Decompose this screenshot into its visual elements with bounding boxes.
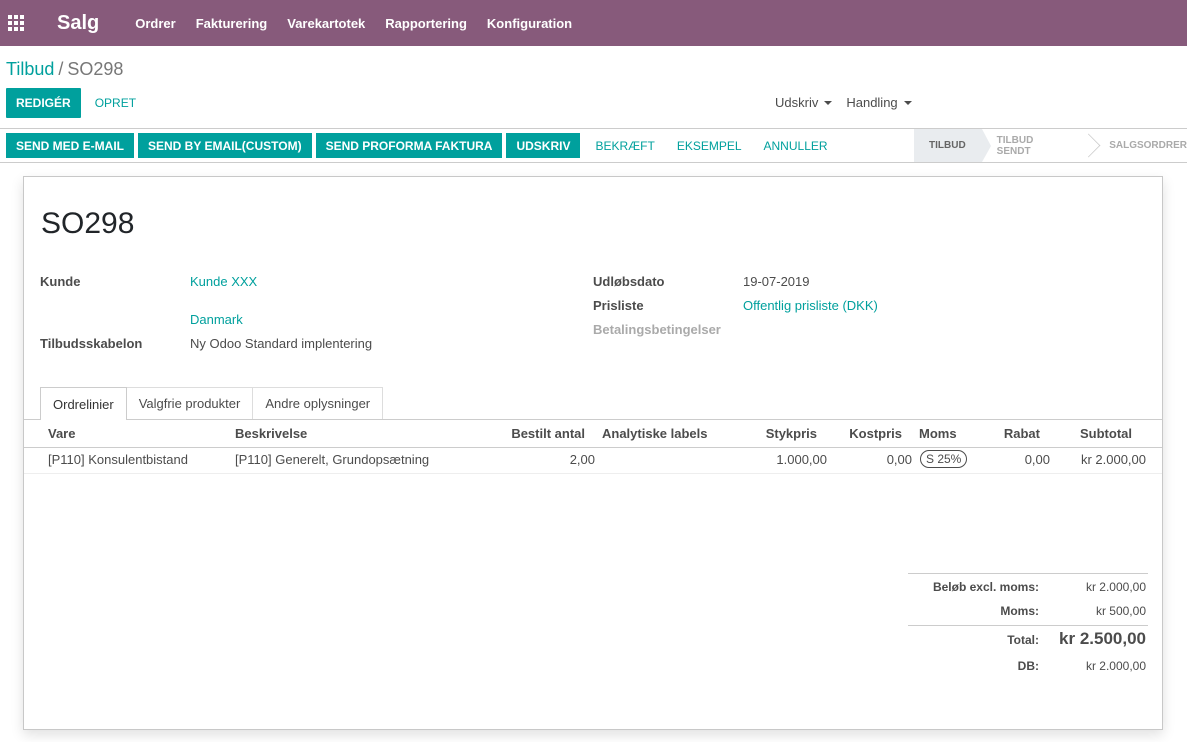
col-header-description[interactable]: Beskrivelse — [235, 426, 307, 441]
expiry-label: Udløbsdato — [593, 274, 665, 289]
col-header-product[interactable]: Vare — [48, 426, 75, 441]
col-header-discount[interactable]: Rabat — [940, 426, 1040, 441]
menu-item-products[interactable]: Varekartotek — [287, 16, 365, 31]
col-header-cost[interactable]: Kostpris — [802, 426, 902, 441]
menu-item-invoicing[interactable]: Fakturering — [196, 16, 268, 31]
cell-product[interactable]: [P110] Konsulentbistand — [48, 452, 188, 467]
customer-label: Kunde — [40, 274, 81, 289]
totals-top-divider — [908, 573, 1148, 574]
customer-link[interactable]: Kunde XXX — [190, 274, 257, 289]
form-sheet: SO298 Kunde Kunde XXX Danmark Tilbudsska… — [23, 176, 1163, 730]
margin-value: kr 2.000,00 — [1085, 659, 1146, 673]
form-buttons: REDIGÉR OPRET — [6, 88, 150, 118]
tab-optional-products[interactable]: Valgfrie produkter — [125, 387, 254, 419]
tax-value: kr 500,00 — [1095, 604, 1146, 618]
col-header-analytic[interactable]: Analytiske labels — [602, 426, 708, 441]
send-email-button[interactable]: SEND MED E-MAIL — [6, 133, 134, 158]
template-value: Ny Odoo Standard implentering — [190, 336, 373, 351]
stage-pipeline: TILBUD TILBUD SENDT SALGSORDRER — [914, 129, 1187, 162]
untaxed-label: Beløb excl. moms: — [932, 580, 1039, 594]
cancel-button[interactable]: ANNULLER — [753, 133, 839, 158]
stage-quotation[interactable]: TILBUD — [914, 129, 991, 162]
menu-item-reporting[interactable]: Rapportering — [385, 16, 467, 31]
cell-subtotal[interactable]: kr 2.000,00 — [1046, 452, 1146, 467]
print-dropdown[interactable]: Udskriv — [775, 95, 833, 110]
cell-cost[interactable]: 0,00 — [812, 452, 912, 467]
print-dropdown-label: Udskriv — [775, 95, 819, 110]
payment-terms-label: Betalingsbetingelser — [593, 322, 721, 337]
tabs-divider — [24, 419, 1162, 420]
stage-sales-order[interactable]: SALGSORDRER — [1095, 129, 1187, 162]
total-value: kr 2.500,00 — [1059, 629, 1146, 648]
cell-description[interactable]: [P110] Generelt, Grundopsætning — [235, 452, 429, 467]
breadcrumb: Tilbud / SO298 — [6, 59, 123, 80]
top-navbar: Salg Ordrer Fakturering Varekartotek Rap… — [0, 0, 1187, 46]
menu-item-orders[interactable]: Ordrer — [135, 16, 175, 31]
confirm-button[interactable]: BEKRÆFT — [584, 133, 665, 158]
app-brand[interactable]: Salg — [57, 12, 99, 35]
preview-button[interactable]: EKSEMPEL — [666, 133, 753, 158]
untaxed-value: kr 2.000,00 — [1085, 580, 1146, 594]
status-bar-buttons: SEND MED E-MAIL SEND BY EMAIL(CUSTOM) SE… — [6, 133, 839, 158]
send-proforma-button[interactable]: SEND PROFORMA FAKTURA — [315, 133, 503, 158]
table-header-divider — [24, 447, 1162, 448]
send-email-custom-button[interactable]: SEND BY EMAIL(CUSTOM) — [138, 133, 312, 158]
menu-item-configuration[interactable]: Konfiguration — [487, 16, 572, 31]
template-label: Tilbudsskabelon — [40, 336, 143, 351]
breadcrumb-current: SO298 — [67, 59, 124, 79]
print-button[interactable]: UDSKRIV — [506, 133, 581, 158]
expiry-value: 19-07-2019 — [743, 274, 810, 289]
col-header-subtotal[interactable]: Subtotal — [1032, 426, 1132, 441]
margin-label: DB: — [1017, 659, 1039, 673]
cell-qty[interactable]: 2,00 — [495, 452, 595, 467]
edit-button[interactable]: REDIGÉR — [6, 88, 81, 118]
tab-order-lines[interactable]: Ordrelinier — [40, 387, 127, 420]
totals-divider — [908, 625, 1148, 626]
order-title: SO298 — [41, 207, 135, 240]
tab-other-info[interactable]: Andre oplysninger — [252, 387, 384, 419]
tax-label: Moms: — [1000, 604, 1039, 618]
create-button[interactable]: OPRET — [81, 88, 150, 118]
notebook-tabs: Ordrelinier Valgfrie produkter Andre opl… — [40, 387, 384, 420]
customer-country-link[interactable]: Danmark — [190, 312, 243, 327]
pricelist-label: Prisliste — [593, 298, 644, 313]
action-dropdown-label: Handling — [846, 95, 898, 110]
stage-separator-icon — [1084, 129, 1096, 162]
table-row-divider — [24, 473, 1162, 474]
sidebar-dropdowns: Udskriv Handling — [775, 95, 926, 110]
caret-down-icon — [824, 100, 833, 105]
breadcrumb-separator: / — [58, 59, 64, 79]
col-header-qty[interactable]: Bestilt antal — [485, 426, 585, 441]
action-dropdown[interactable]: Handling — [846, 95, 912, 110]
caret-down-icon — [903, 100, 912, 105]
apps-menu-icon[interactable] — [1, 0, 31, 46]
status-bar: SEND MED E-MAIL SEND BY EMAIL(CUSTOM) SE… — [0, 128, 1187, 163]
breadcrumb-parent[interactable]: Tilbud — [6, 59, 54, 79]
stage-quotation-sent[interactable]: TILBUD SENDT — [982, 129, 1084, 162]
cell-discount[interactable]: 0,00 — [950, 452, 1050, 467]
total-label: Total: — [1007, 633, 1039, 647]
pricelist-link[interactable]: Offentlig prisliste (DKK) — [743, 298, 878, 313]
